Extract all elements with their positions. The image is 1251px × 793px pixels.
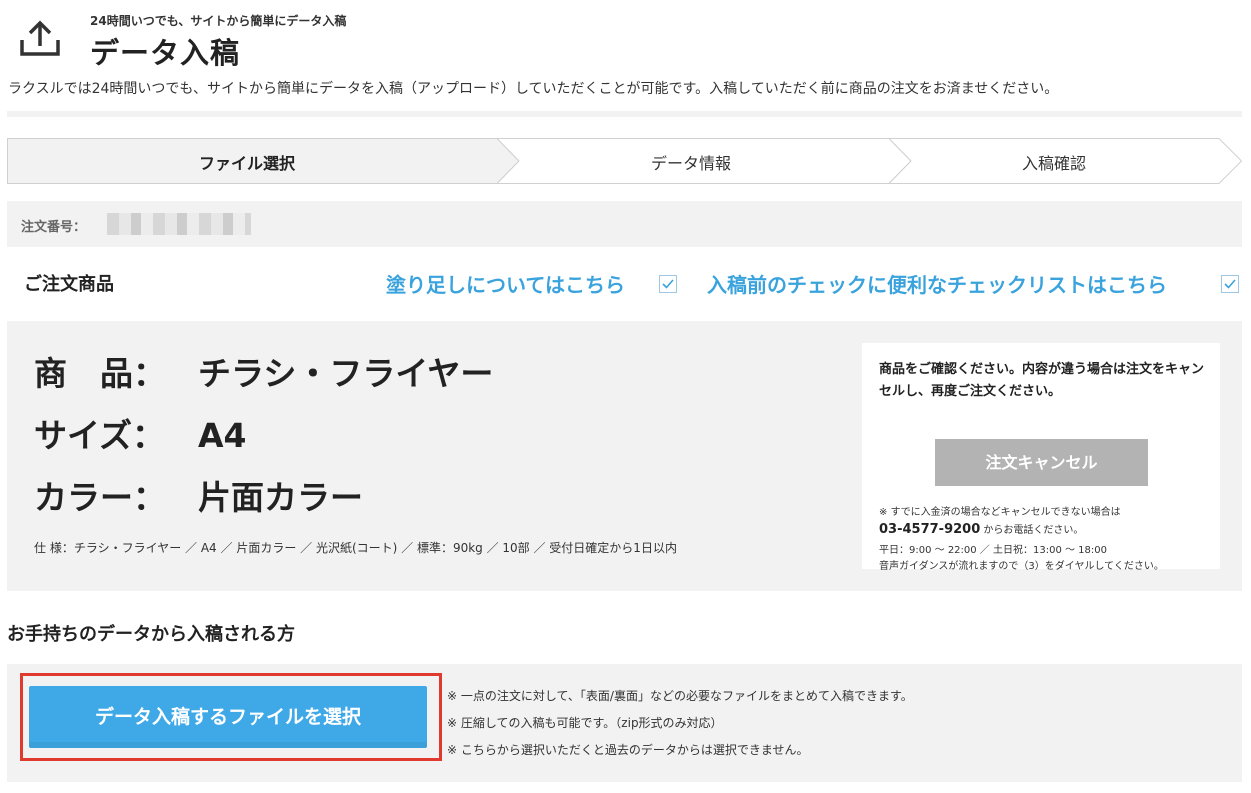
spec-row-size: サイズ： A4 xyxy=(34,409,247,457)
header-subtitle: 24時間いつでも、サイトから簡単にデータ入稿 xyxy=(90,14,347,28)
select-upload-file-button[interactable]: データ入稿するファイルを選択 xyxy=(29,686,427,748)
page-header: 24時間いつでも、サイトから簡単にデータ入稿 データ入稿 ラクスルでは24時間い… xyxy=(8,8,1244,108)
ordered-product-heading: ご注文商品 xyxy=(24,274,114,295)
spec-value-size: A4 xyxy=(198,416,247,455)
cancel-panel: 商品をご確認ください。内容が違う場合は注文をキャンセルし、再度ご注文ください。 … xyxy=(862,343,1220,572)
cancel-phone-number: 03-4577-9200 xyxy=(879,522,981,537)
step-data-info: データ情報 xyxy=(651,154,732,173)
spec-value-color: 片面カラー xyxy=(198,478,363,517)
cancel-phone-suffix: からお電話ください。 xyxy=(980,525,1084,536)
header-divider xyxy=(7,111,1242,117)
cancel-message: 商品をご確認ください。内容が違う場合は注文をキャンセルし、再度ご注文ください。 xyxy=(879,362,1205,399)
spec-row-color: カラー： 片面カラー xyxy=(34,471,363,519)
cancel-hours: 平日：9:00 〜 22:00 ／ 土日祝：13:00 〜 18:00 xyxy=(879,545,1107,556)
spec-value-product: チラシ・フライヤー xyxy=(198,354,494,393)
cancel-note: ※ すでに入金済の場合などキャンセルできない場合は xyxy=(879,507,1121,518)
checkbox-icon xyxy=(1221,275,1239,293)
upload-note: ※ 一点の注文に対して、「表面/裏面」などの必要なファイルをまとめて入稿できます… xyxy=(447,689,913,703)
checkbox-icon xyxy=(659,275,677,293)
upload-heading: お手持ちのデータから入稿される方 xyxy=(7,624,295,645)
cancel-phone-line: 03-4577-9200 からお電話ください。 xyxy=(879,521,1083,537)
spec-detail-line: 仕 様：チラシ・フライヤー ／ A4 ／ 片面カラー ／ 光沢紙(コート) ／ … xyxy=(34,541,677,555)
spec-key-product: 商 品： xyxy=(34,354,166,393)
order-number-bar: 注文番号： xyxy=(7,201,1242,247)
step-indicator: ファイル選択 データ情報 入稿確認 xyxy=(7,138,1242,184)
cancel-guide: 音声ガイダンスが流れますので（3）をダイヤルしてください。 xyxy=(879,561,1164,572)
order-number-value-redacted xyxy=(107,213,251,235)
checklist-link[interactable]: 入稿前のチェックに便利なチェックリストはこちら xyxy=(707,269,1167,298)
header-description: ラクスルでは24時間いつでも、サイトから簡単にデータを入稿（アップロード）してい… xyxy=(8,81,1059,97)
cancel-order-button[interactable]: 注文キャンセル xyxy=(935,439,1148,486)
spec-key-color: カラー： xyxy=(34,478,166,517)
upload-note: ※ こちらから選択いただくと過去のデータからは選択できません。 xyxy=(447,743,809,757)
upload-panel: データ入稿するファイルを選択 ※ 一点の注文に対して、「表面/裏面」などの必要な… xyxy=(7,664,1242,782)
step-confirm: 入稿確認 xyxy=(1022,154,1087,173)
step-file-select: ファイル選択 xyxy=(199,154,296,173)
upload-note: ※ 圧縮しての入稿も可能です。（zip形式のみ対応） xyxy=(447,716,723,730)
order-number-label: 注文番号： xyxy=(21,220,87,235)
spec-key-size: サイズ： xyxy=(34,416,166,455)
upload-icon xyxy=(20,20,60,56)
product-detail-panel: 商 品： チラシ・フライヤー サイズ： A4 カラー： 片面カラー 仕 様：チラシ・フ… xyxy=(7,321,1242,591)
bleed-info-link[interactable]: 塗り足しについてはこちら xyxy=(386,269,625,298)
spec-row-product: 商 品： チラシ・フライヤー xyxy=(34,347,493,395)
page-title: データ入稿 xyxy=(90,36,241,70)
